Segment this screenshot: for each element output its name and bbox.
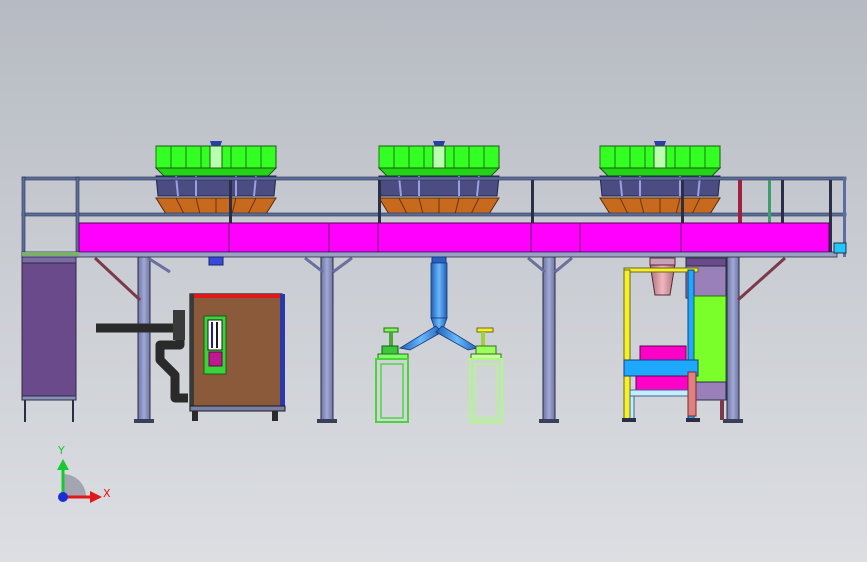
cad-viewport[interactable]: Y X <box>0 0 867 562</box>
packaging-machine <box>622 257 727 422</box>
x-axis-arrow <box>90 491 102 503</box>
control-cabinet <box>96 293 286 421</box>
y-axis-arrow <box>57 459 69 470</box>
x-axis-label: X <box>103 487 111 500</box>
platform-band <box>78 222 830 253</box>
coordinate-triad: Y X <box>57 444 111 503</box>
left-panel <box>21 254 77 422</box>
z-axis-dot <box>58 492 68 502</box>
y-discharge-chute <box>398 256 480 351</box>
work-stand-left <box>375 327 409 423</box>
work-stand-right <box>469 327 503 423</box>
assembly-drawing: Y X <box>21 141 847 503</box>
y-axis-label: Y <box>57 444 65 457</box>
